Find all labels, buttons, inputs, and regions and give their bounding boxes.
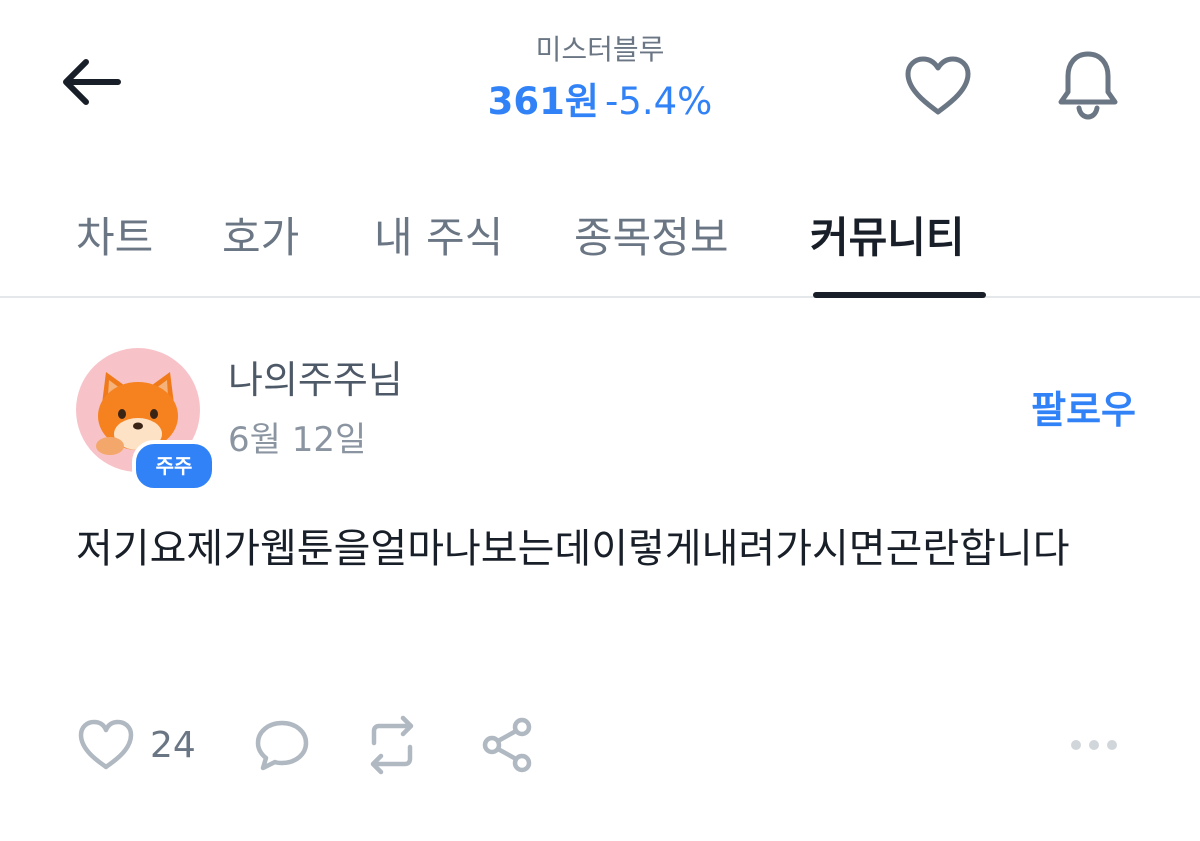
- author-name[interactable]: 나의주주님: [228, 356, 403, 404]
- share-button[interactable]: [478, 710, 538, 780]
- stock-title-block: 미스터블루 361원 -5.4%: [350, 30, 850, 130]
- stock-name: 미스터블루: [535, 33, 665, 66]
- price-change: -5.4%: [604, 80, 713, 123]
- alert-button[interactable]: [1048, 46, 1128, 122]
- arrow-left-icon: [63, 59, 121, 105]
- top-header: 미스터블루 361원 -5.4%: [0, 0, 1200, 170]
- tab-my-stock[interactable]: 내 주식: [374, 198, 503, 294]
- tab-community[interactable]: 커뮤니티: [810, 198, 965, 294]
- favorite-button[interactable]: [898, 50, 978, 122]
- stock-price: 361원: [487, 80, 599, 123]
- follow-button[interactable]: 팔로우: [996, 382, 1136, 438]
- comment-bubble-icon: [255, 720, 309, 771]
- like-count: 24: [150, 724, 196, 766]
- repost-button[interactable]: [360, 710, 424, 780]
- more-options-button[interactable]: [1064, 710, 1124, 780]
- like-button[interactable]: 24: [76, 710, 196, 780]
- avatar-wrapper[interactable]: 주주: [76, 348, 216, 492]
- price-line: 361원 -5.4%: [350, 74, 850, 130]
- more-dots-icon: [1071, 740, 1117, 750]
- bell-icon: [1058, 51, 1118, 120]
- post-body: 저기요제가웹툰을얼마나보는데이렇게내려가시면곤란합니다: [76, 526, 1070, 572]
- community-post: 주주 나의주주님 6월 12일 팔로우 저기요제가웹툰을얼마나보는데이렇게내려가…: [0, 300, 1200, 841]
- tab-orderbook[interactable]: 호가: [222, 198, 299, 294]
- share-icon: [482, 717, 532, 773]
- repost-icon: [370, 715, 414, 775]
- back-button[interactable]: [52, 50, 128, 114]
- active-tab-indicator: [813, 292, 986, 298]
- heart-outline-icon: [78, 719, 134, 770]
- shareholder-badge: 주주: [132, 440, 216, 492]
- tab-stock-info[interactable]: 종목정보: [574, 198, 729, 294]
- heart-outline-icon: [905, 56, 971, 115]
- post-date: 6월 12일: [228, 420, 367, 460]
- comment-button[interactable]: [252, 710, 312, 780]
- tab-chart[interactable]: 차트: [76, 198, 153, 294]
- tab-bar: 차트 호가 내 주식 종목정보 커뮤니티: [0, 190, 1200, 298]
- post-actions: 24: [0, 710, 1200, 780]
